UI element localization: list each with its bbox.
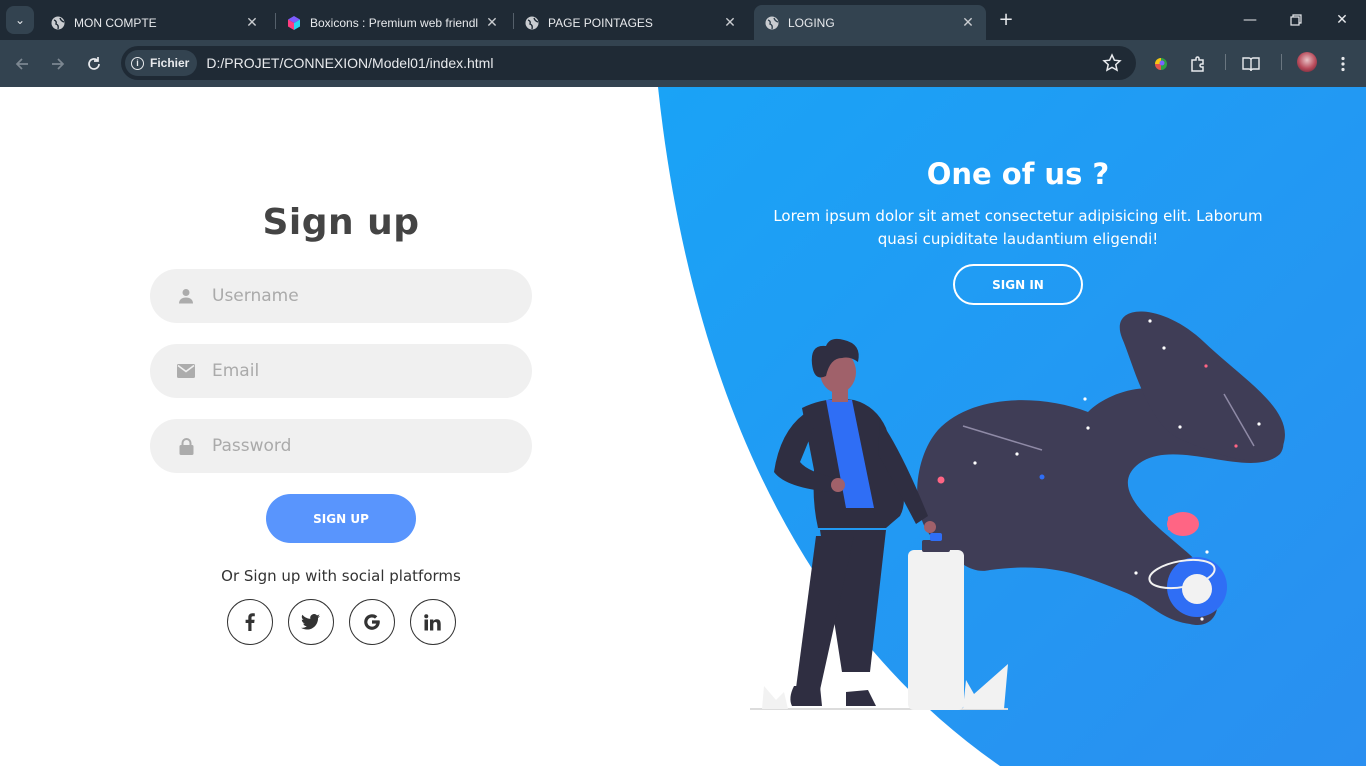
- password-field[interactable]: [150, 419, 532, 473]
- plus-icon: +: [998, 9, 1014, 30]
- signup-title: Sign up: [262, 202, 420, 243]
- toolbar: i Fichier D:/PROJET/CONNEXION/Model01/in…: [0, 40, 1366, 87]
- close-icon[interactable]: ✕: [960, 14, 976, 31]
- linkedin-button[interactable]: [409, 599, 456, 645]
- chevron-down-icon: ⌄: [14, 13, 26, 27]
- reading-list-button[interactable]: [1240, 53, 1262, 75]
- email-field[interactable]: [150, 344, 532, 398]
- twitter-button[interactable]: [287, 599, 334, 645]
- bookmark-star-icon[interactable]: [1102, 53, 1122, 73]
- tab-title: MON COMPTE: [74, 15, 157, 30]
- globe-icon: [524, 15, 539, 30]
- restore-icon: [1290, 14, 1302, 26]
- site-info-chip[interactable]: i Fichier: [125, 50, 198, 76]
- info-icon: i: [131, 56, 144, 70]
- minimize-button[interactable]: —: [1240, 10, 1260, 30]
- back-button[interactable]: [11, 53, 33, 75]
- extension-colorful-button[interactable]: [1150, 53, 1172, 75]
- extension-logo-icon: [1155, 58, 1167, 70]
- forward-button[interactable]: [47, 53, 69, 75]
- tab-mon-compte[interactable]: MON COMPTE ✕: [40, 5, 270, 40]
- arrow-right-icon: [52, 58, 65, 70]
- google-button[interactable]: [348, 599, 395, 645]
- social-text: Or Sign up with social platforms: [221, 567, 461, 585]
- panel-content: One of us ? Lorem ipsum dolor sit amet c…: [760, 157, 1276, 305]
- puzzle-icon: [1191, 56, 1204, 72]
- facebook-icon: [245, 613, 255, 631]
- lock-icon: [176, 436, 196, 456]
- close-icon[interactable]: ✕: [484, 14, 500, 31]
- address-bar[interactable]: i Fichier D:/PROJET/CONNEXION/Model01/in…: [121, 46, 1136, 80]
- envelope-icon: [176, 361, 196, 381]
- close-icon[interactable]: ✕: [722, 14, 738, 31]
- reading-list-icon: [1242, 57, 1260, 72]
- globe-icon: [50, 15, 65, 30]
- username-input[interactable]: [212, 286, 492, 306]
- close-window-button[interactable]: ✕: [1332, 10, 1352, 30]
- close-icon: ✕: [1336, 12, 1348, 28]
- panel-title: One of us ?: [926, 157, 1110, 191]
- boxicons-logo-icon: [286, 15, 301, 30]
- social-media-list: [150, 599, 532, 645]
- toolbar-separator: [1225, 54, 1226, 70]
- space-illustration: [750, 311, 1285, 710]
- restore-button[interactable]: [1286, 10, 1306, 30]
- tab-page-pointages[interactable]: PAGE POINTAGES ✕: [514, 5, 748, 40]
- signup-button[interactable]: SIGN UP: [266, 494, 416, 543]
- reload-icon: [88, 57, 100, 70]
- new-tab-button[interactable]: +: [996, 10, 1016, 30]
- tab-title: Boxicons : Premium web friendl: [310, 15, 479, 30]
- reload-button[interactable]: [83, 53, 105, 75]
- profile-avatar[interactable]: [1297, 52, 1317, 72]
- extensions-button[interactable]: [1187, 53, 1209, 75]
- globe-icon: [764, 15, 779, 30]
- user-icon: [176, 286, 196, 306]
- facebook-button[interactable]: [226, 599, 273, 645]
- url-text[interactable]: D:/PROJET/CONNEXION/Model01/index.html: [206, 55, 493, 71]
- tab-loging[interactable]: LOGING ✕: [754, 5, 986, 40]
- signup-form: Sign up SIGN UP Or Sign up with social p…: [150, 202, 532, 645]
- arrow-left-icon: [15, 58, 28, 70]
- tab-boxicons[interactable]: Boxicons : Premium web friendl ✕: [276, 5, 510, 40]
- twitter-icon: [301, 614, 320, 630]
- username-field[interactable]: [150, 269, 532, 323]
- linkedin-icon: [424, 613, 441, 630]
- menu-button[interactable]: [1332, 53, 1354, 75]
- more-vertical-icon: [1341, 56, 1345, 72]
- tab-title: LOGING: [788, 15, 835, 30]
- close-icon[interactable]: ✕: [244, 14, 260, 31]
- email-input[interactable]: [212, 361, 492, 381]
- page-content: Sign up SIGN UP Or Sign up with social p…: [0, 87, 1366, 766]
- google-icon: [363, 614, 380, 630]
- signin-button[interactable]: SIGN IN: [953, 264, 1083, 305]
- panel-text: Lorem ipsum dolor sit amet consectetur a…: [773, 207, 1263, 248]
- security-chip-label: Fichier: [150, 56, 190, 70]
- password-input[interactable]: [212, 436, 492, 456]
- tab-search-button[interactable]: ⌄: [6, 6, 34, 34]
- minimize-icon: —: [1243, 12, 1257, 28]
- toolbar-separator: [1281, 54, 1282, 70]
- tab-title: PAGE POINTAGES: [548, 15, 653, 30]
